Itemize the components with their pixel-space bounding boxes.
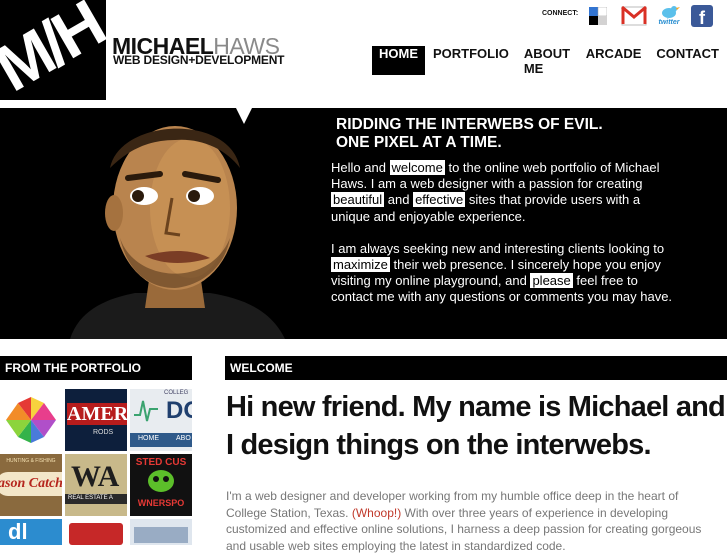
thumb-3-tab-1: HOME	[138, 435, 159, 442]
highlight-beautiful: beautiful	[331, 192, 385, 208]
portfolio-thumb-5[interactable]: WA REAL ESTATE A	[65, 454, 127, 516]
hero-intro: Hello and welcome to the online web port…	[331, 160, 676, 322]
brand-tagline: WEB DESIGN+DEVELOPMENT	[113, 53, 285, 67]
connect-label: CONNECT:	[542, 10, 579, 17]
delicious-icon[interactable]	[588, 5, 608, 27]
portfolio-thumb-8[interactable]	[65, 519, 127, 545]
nav-arcade[interactable]: ARCADE	[579, 46, 649, 75]
site-logo[interactable]: M/H	[0, 0, 106, 100]
portfolio-thumb-1[interactable]	[0, 389, 62, 451]
thumb-7-title: dl	[8, 519, 28, 544]
logo-mark: M/H	[0, 0, 106, 100]
thumb-2-sub: RODS	[93, 429, 114, 436]
portfolio-thumb-4[interactable]: HUNTING & FISHING ason Catch	[0, 454, 62, 516]
text: I am always seeking new and interesting …	[331, 240, 665, 256]
nav-home[interactable]: HOME	[372, 46, 425, 75]
welcome-body: I'm a web designer and developer working…	[226, 488, 721, 554]
hero-pointer-notch	[234, 104, 254, 124]
portfolio-heading: FROM THE PORTFOLIO	[0, 356, 192, 380]
highlight-effective: effective	[413, 192, 466, 208]
gmail-icon[interactable]	[620, 5, 648, 27]
hero-paragraph-1: Hello and welcome to the online web port…	[331, 160, 676, 225]
thumb-4-title: ason Catch	[0, 476, 62, 491]
hero-headline-line-2: ONE PIXEL AT A TIME.	[336, 134, 502, 151]
thumb-2-title: AMER	[67, 403, 127, 425]
text: Hello and	[331, 160, 390, 175]
thumb-5-sub: REAL ESTATE A	[68, 495, 113, 501]
portfolio-thumb-6[interactable]: STED CUS WNERSPO	[130, 454, 192, 516]
text: and	[384, 192, 414, 208]
portfolio-thumb-3[interactable]: COLLEG DO HOME ABO	[130, 389, 192, 451]
highlight-welcome: welcome	[389, 160, 445, 175]
whoop-text: (Whoop!)	[351, 505, 402, 520]
nav-contact[interactable]: CONTACT	[649, 46, 726, 75]
facebook-icon[interactable]: f	[690, 5, 714, 27]
hero-paragraph-2: I am always seeking new and interesting …	[331, 241, 676, 306]
nav-about-me[interactable]: ABOUT ME	[517, 46, 578, 76]
thumb-3-tab-2: ABO	[176, 435, 191, 442]
portfolio-thumb-9[interactable]	[130, 519, 192, 545]
main-nav: HOME PORTFOLIO ABOUT ME ARCADE CONTACT	[372, 46, 727, 76]
welcome-heading: WELCOME	[225, 356, 727, 380]
thumb-6-title: STED CUS	[135, 457, 187, 468]
facebook-glyph: f	[699, 8, 706, 27]
welcome-title: Hi new friend. My name is Michael and I …	[226, 391, 726, 461]
portfolio-thumb-2[interactable]: AMER RODS	[65, 389, 127, 451]
portfolio-thumb-7[interactable]: dl	[0, 519, 62, 545]
nav-portfolio[interactable]: PORTFOLIO	[426, 46, 516, 75]
hero-headline-line-1: RIDDING THE INTERWEBS OF EVIL.	[336, 116, 603, 133]
highlight-maximize: maximize	[331, 257, 390, 273]
hero-banner: RIDDING THE INTERWEBS OF EVIL. ONE PIXEL…	[0, 108, 727, 339]
thumb-3-big: DO	[166, 397, 192, 424]
hero-headline: RIDDING THE INTERWEBS OF EVIL. ONE PIXEL…	[336, 116, 603, 152]
twitter-label: twitter	[658, 19, 680, 26]
highlight-please: please	[530, 273, 573, 289]
thumb-5-title: WA	[71, 460, 120, 493]
twitter-icon[interactable]: twitter	[654, 5, 684, 27]
thumb-3-top: COLLEG	[164, 390, 189, 396]
portrait-illustration	[40, 108, 305, 339]
thumb-4-sub: HUNTING & FISHING	[6, 458, 56, 464]
thumb-6-sub: WNERSPO	[137, 498, 185, 508]
